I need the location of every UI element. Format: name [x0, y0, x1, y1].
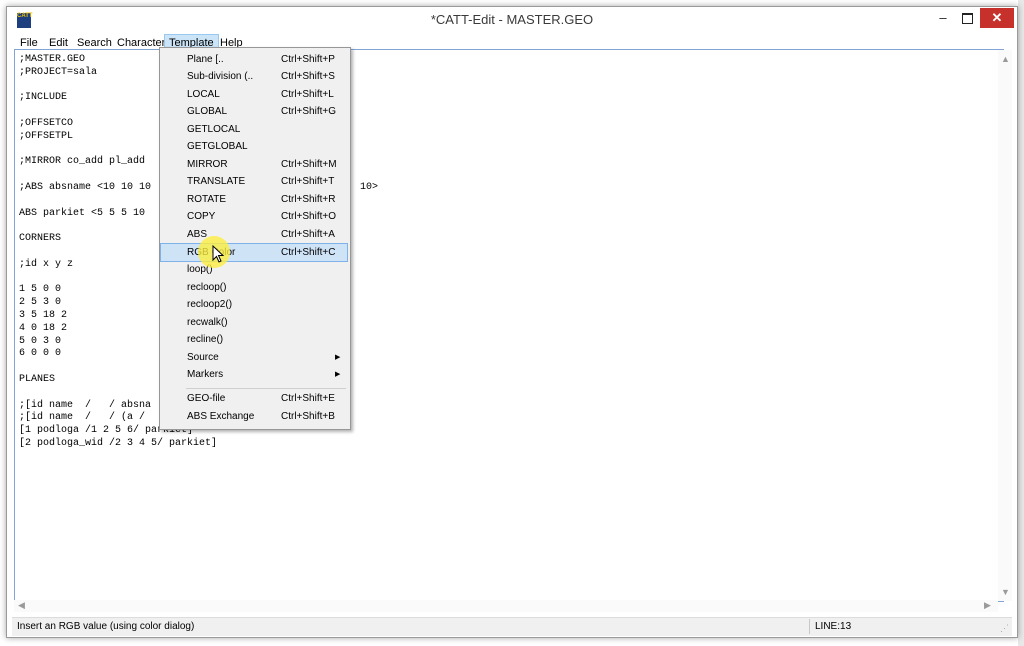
status-message: Insert an RGB value (using color dialog)	[17, 621, 195, 632]
menu-item-shortcut: Ctrl+Shift+A	[281, 229, 335, 240]
menu-item-label: ABS Exchange	[187, 411, 255, 422]
horizontal-scrollbar[interactable]: ◀ ▶	[14, 600, 998, 612]
menu-item-shortcut: Ctrl+Shift+M	[281, 159, 337, 170]
menu-item-markers[interactable]: Markers ▶	[161, 366, 347, 383]
code-line: CORNERS	[19, 233, 62, 245]
code-line: ;PROJECT=sala	[19, 66, 98, 78]
resize-grip-icon[interactable]: ⋰	[1000, 623, 1009, 634]
menu-item-shortcut: Ctrl+Shift+G	[281, 106, 337, 117]
menu-item-label: GLOBAL	[187, 106, 228, 117]
menu-item-recloop[interactable]: recloop()	[161, 279, 347, 296]
main-window: CATT *CATT-Edit - MASTER.GEO – ✕ File Ed…	[6, 6, 1018, 638]
submenu-arrow-icon: ▶	[335, 354, 341, 361]
menu-item-label: Source	[187, 352, 219, 363]
menu-item-shortcut: Ctrl+Shift+B	[281, 411, 335, 422]
menu-item-global[interactable]: GLOBAL Ctrl+Shift+G	[161, 103, 347, 120]
menu-item-loop[interactable]: loop()	[161, 261, 347, 278]
menu-item-recline[interactable]: recline()	[161, 331, 347, 348]
menu-item-label: recloop2()	[187, 299, 233, 310]
scroll-right-icon[interactable]: ▶	[984, 600, 991, 611]
template-dropdown-menu: Plane [.. Ctrl+Shift+P Sub-division (.. Ct…	[159, 47, 351, 430]
menu-item-getglobal[interactable]: GETGLOBAL	[161, 138, 347, 155]
menu-item-translate[interactable]: TRANSLATE Ctrl+Shift+T	[161, 173, 347, 190]
menu-item-shortcut: Ctrl+Shift+O	[281, 211, 337, 222]
code-line: ;OFFSETPL	[19, 130, 74, 142]
scroll-down-icon[interactable]: ▼	[1001, 587, 1010, 597]
code-line: ;INCLUDE	[19, 92, 68, 104]
menu-item-copy[interactable]: COPY Ctrl+Shift+O	[161, 208, 347, 225]
menu-item-label: LOCAL	[187, 89, 220, 100]
line-indicator: LINE:13	[815, 621, 852, 632]
menu-item-label: recline()	[187, 334, 224, 345]
code-line: ;ABS absname <10 10 10	[19, 181, 158, 193]
menu-item-label: Plane [..	[187, 54, 224, 65]
menu-item-label: GETGLOBAL	[187, 141, 248, 152]
code-line: ;OFFSETCO	[19, 117, 74, 129]
menu-item-local[interactable]: LOCAL Ctrl+Shift+L	[161, 86, 347, 103]
menu-item-recwalk[interactable]: recwalk()	[161, 314, 347, 331]
menu-item-shortcut: Ctrl+Shift+S	[281, 71, 335, 82]
code-line: 5 0 3 0	[19, 335, 62, 347]
menu-item-shortcut: Ctrl+Shift+P	[281, 54, 335, 65]
menu-item-label: GETLOCAL	[187, 124, 241, 135]
menu-item-shortcut: Ctrl+Shift+R	[281, 194, 336, 205]
code-line: 3 5 18 2	[19, 309, 68, 321]
minimize-button[interactable]: –	[932, 8, 954, 28]
code-line: ;[id name / / (a /	[19, 412, 146, 424]
menu-item-label: COPY	[187, 211, 216, 222]
code-line: ;MIRROR co_add pl_add	[19, 156, 146, 168]
menu-item-rotate[interactable]: ROTATE Ctrl+Shift+R	[161, 191, 347, 208]
menu-item-geo-file[interactable]: GEO-file Ctrl+Shift+E	[161, 390, 347, 407]
menu-item-plane[interactable]: Plane [.. Ctrl+Shift+P	[161, 51, 347, 68]
menu-item-recloop2[interactable]: recloop2()	[161, 296, 347, 313]
menu-item-rgb-color[interactable]: RGB ColorCtrl+Shift+C	[160, 243, 348, 262]
code-line: ;id x y z	[19, 258, 74, 270]
submenu-arrow-icon: ▶	[335, 371, 341, 378]
background-window-edge	[1018, 0, 1024, 646]
window-title: *CATT-Edit - MASTER.GEO	[430, 12, 594, 27]
menu-item-label: GEO-file	[187, 393, 226, 404]
menu-item-shortcut: Ctrl+Shift+E	[281, 393, 335, 404]
menu-item-label: recloop()	[187, 282, 227, 293]
menu-item-shortcut: Ctrl+Shift+C	[281, 247, 336, 258]
code-line: 4 0 18 2	[19, 322, 68, 334]
menu-item-sub-division[interactable]: Sub-division (.. Ctrl+Shift+S	[161, 68, 347, 85]
menu-item-shortcut: Ctrl+Shift+L	[281, 89, 334, 100]
code-line: 2 5 3 0	[19, 297, 62, 309]
menu-item-label: TRANSLATE	[187, 176, 246, 187]
maximize-icon	[961, 13, 973, 25]
code-line: ;MASTER.GEO	[19, 54, 86, 65]
code-fragment: 10>	[360, 182, 379, 193]
menu-item-label: recwalk()	[187, 317, 228, 328]
mouse-pointer-icon	[212, 245, 225, 263]
menu-item-label: Markers	[187, 369, 224, 380]
status-divider	[809, 619, 810, 634]
menu-item-abs[interactable]: ABS Ctrl+Shift+A	[161, 226, 347, 243]
close-button[interactable]: ✕	[980, 8, 1014, 28]
menu-item-label: Sub-division (..	[187, 71, 254, 82]
menu-item-label: MIRROR	[187, 159, 228, 170]
menu-separator	[186, 388, 346, 389]
menu-item-shortcut: Ctrl+Shift+T	[281, 176, 335, 187]
status-bar: Insert an RGB value (using color dialog)…	[12, 617, 1012, 636]
code-line: [2 podloga_wid /2 3 4 5/ parkiet]	[19, 437, 218, 449]
code-line: ABS parkiet <5 5 5 10	[19, 207, 146, 219]
menu-item-source[interactable]: Source ▶	[161, 349, 347, 366]
menu-item-abs-exchange[interactable]: ABS Exchange Ctrl+Shift+B	[161, 408, 347, 425]
code-line: 6 0 0 0	[19, 348, 62, 360]
code-line: ;[id name / / absna	[19, 399, 152, 411]
menu-item-mirror[interactable]: MIRROR Ctrl+Shift+M	[161, 156, 347, 173]
vertical-scrollbar[interactable]: ▲ ▼	[998, 50, 1012, 601]
code-line: 1 5 0 0	[19, 284, 62, 296]
scroll-up-icon[interactable]: ▲	[1001, 54, 1010, 64]
title-bar: CATT *CATT-Edit - MASTER.GEO – ✕	[7, 7, 1017, 34]
scroll-left-icon[interactable]: ◀	[18, 600, 25, 611]
menu-item-getlocal[interactable]: GETLOCAL	[161, 121, 347, 138]
maximize-button[interactable]	[956, 8, 978, 28]
menu-item-label: ROTATE	[187, 194, 227, 205]
code-line: PLANES	[19, 373, 56, 385]
